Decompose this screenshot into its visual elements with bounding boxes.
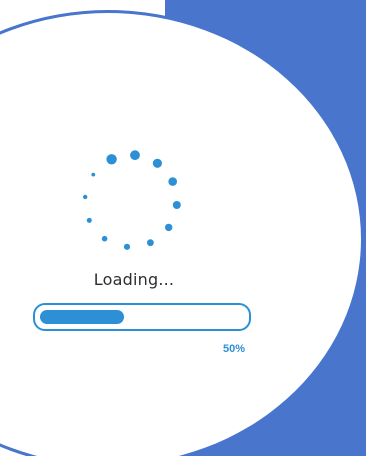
spinner-dot: [130, 150, 140, 161]
spinner-dot: [165, 223, 173, 232]
spinner-dot: [147, 239, 154, 247]
spinner-graphic: [83, 150, 181, 250]
loading-screen: Loading... 50%: [0, 0, 366, 456]
spinner-dot: [101, 235, 108, 242]
loading-label: Loading...: [93, 270, 175, 289]
spinner-dot: [106, 154, 117, 165]
spinner-dot: [83, 194, 88, 200]
spinner-dot: [168, 177, 177, 186]
spinner-dot: [123, 243, 131, 250]
spinner-dot: [172, 201, 181, 209]
spinner-dot: [152, 158, 162, 168]
spinner-dot: [86, 217, 92, 223]
spinner-icon: [70, 140, 192, 262]
progress-bar: [33, 303, 251, 331]
spinner-dot: [91, 172, 96, 177]
progress-bar-fill: [40, 310, 124, 324]
progress-percent: 50%: [222, 343, 245, 355]
